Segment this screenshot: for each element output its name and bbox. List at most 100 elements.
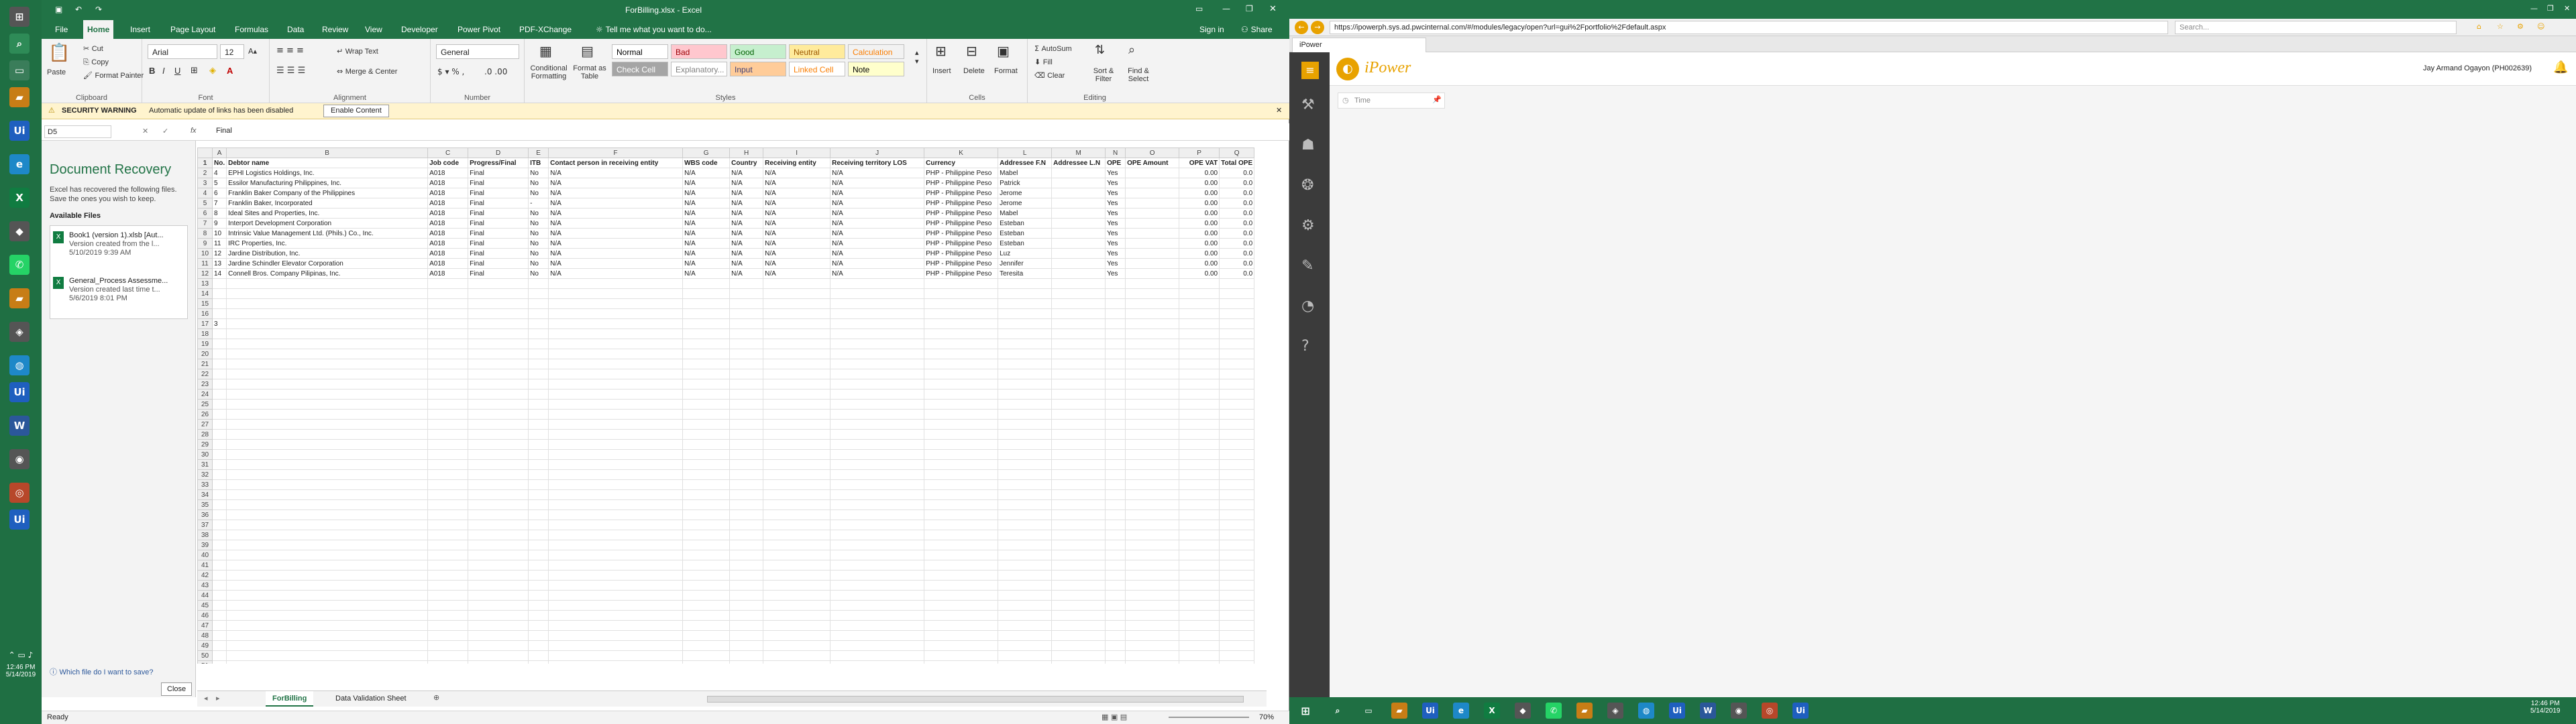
cell[interactable] <box>1179 530 1220 540</box>
app-icon[interactable]: ◆ <box>1515 703 1531 719</box>
cell[interactable] <box>427 369 469 379</box>
cell[interactable] <box>1051 650 1106 661</box>
cell[interactable] <box>1051 228 1106 239</box>
column-header[interactable]: L <box>998 147 1053 158</box>
cell[interactable] <box>211 459 227 470</box>
whatsapp-icon[interactable]: ✆ <box>1546 703 1562 719</box>
cell[interactable]: PHP - Philippine Peso <box>924 198 999 208</box>
cell[interactable] <box>998 318 1053 329</box>
row-header[interactable]: 33 <box>197 479 213 490</box>
cell[interactable] <box>1179 389 1220 400</box>
cell[interactable] <box>1125 278 1180 289</box>
cell[interactable] <box>1179 409 1220 420</box>
cell[interactable] <box>998 429 1053 440</box>
cell[interactable] <box>1179 610 1220 621</box>
column-header[interactable]: J <box>830 147 925 158</box>
cell[interactable] <box>924 479 999 490</box>
cell[interactable] <box>1219 278 1255 289</box>
cell[interactable] <box>763 580 831 591</box>
row-header[interactable]: 13 <box>197 278 213 289</box>
cell[interactable] <box>729 308 764 319</box>
cell[interactable] <box>998 389 1053 400</box>
cell[interactable] <box>1125 640 1180 651</box>
cell[interactable] <box>998 308 1053 319</box>
cell[interactable] <box>211 489 227 500</box>
cell[interactable] <box>1219 479 1255 490</box>
cell[interactable] <box>1051 590 1106 601</box>
cell[interactable]: Patrick <box>998 178 1053 188</box>
cell[interactable] <box>1051 278 1106 289</box>
cell[interactable]: N/A <box>548 178 684 188</box>
cell[interactable] <box>763 439 831 450</box>
cell[interactable] <box>1179 540 1220 550</box>
cell[interactable] <box>1051 268 1106 279</box>
cell[interactable]: N/A <box>548 198 684 208</box>
cell[interactable] <box>1219 560 1255 570</box>
cell[interactable] <box>763 328 831 339</box>
cell[interactable] <box>729 459 764 470</box>
cell[interactable] <box>682 570 731 581</box>
cell[interactable]: PHP - Philippine Peso <box>924 238 999 249</box>
cell[interactable] <box>1105 399 1126 410</box>
cell[interactable] <box>1219 570 1255 581</box>
cell[interactable] <box>1219 429 1255 440</box>
cell[interactable] <box>211 359 227 369</box>
cell[interactable] <box>1051 369 1106 379</box>
insert-function-icon[interactable]: fx <box>191 127 197 135</box>
row-header[interactable]: 7 <box>197 218 213 229</box>
cell[interactable] <box>729 409 764 420</box>
cell[interactable] <box>1219 630 1255 641</box>
cell[interactable] <box>998 520 1053 530</box>
cell[interactable] <box>763 620 831 631</box>
cell[interactable]: Job code <box>427 158 469 168</box>
cell[interactable] <box>1125 660 1180 664</box>
cell[interactable]: PHP - Philippine Peso <box>924 208 999 219</box>
cell[interactable] <box>548 620 684 631</box>
forward-icon[interactable]: → <box>1311 21 1324 34</box>
cell[interactable]: 0.0 <box>1219 238 1255 249</box>
cell[interactable] <box>528 389 549 400</box>
cell[interactable] <box>427 459 469 470</box>
enable-content-button[interactable]: Enable Content <box>323 105 389 117</box>
cell[interactable] <box>1051 550 1106 560</box>
cell[interactable]: No <box>528 228 549 239</box>
cell[interactable] <box>1105 409 1126 420</box>
cell[interactable] <box>1125 328 1180 339</box>
cell[interactable] <box>1219 640 1255 651</box>
row-header[interactable]: 23 <box>197 379 213 389</box>
tray-icons[interactable]: ⌃ ▭ ♪ <box>0 650 42 660</box>
cell[interactable]: N/A <box>729 228 764 239</box>
cell[interactable] <box>924 439 999 450</box>
column-header[interactable]: B <box>226 147 429 158</box>
cell[interactable] <box>1125 248 1180 259</box>
save-icon[interactable]: ▣ <box>55 5 62 14</box>
cell[interactable] <box>211 540 227 550</box>
notification-bell-icon[interactable]: 🔔 <box>2553 60 2568 74</box>
cell[interactable] <box>226 580 429 591</box>
cell[interactable] <box>1219 339 1255 349</box>
cell[interactable]: Receiving territory LOS <box>830 158 925 168</box>
cell[interactable] <box>763 389 831 400</box>
cell[interactable] <box>830 560 925 570</box>
tab-insert[interactable]: Insert <box>126 20 154 39</box>
cell[interactable] <box>528 530 549 540</box>
cell[interactable]: 13 <box>211 258 227 269</box>
row-header[interactable]: 45 <box>197 600 213 611</box>
cell[interactable] <box>924 660 999 664</box>
cell[interactable] <box>763 650 831 661</box>
worksheet-table[interactable]: A B C D E F G H I J K L M N O P Q 1 No. Debtor name Job code… <box>197 147 1255 664</box>
cell[interactable] <box>528 550 549 560</box>
cell[interactable] <box>1179 379 1220 389</box>
cell[interactable] <box>548 590 684 601</box>
cell[interactable]: No <box>528 168 549 178</box>
cell[interactable] <box>468 288 529 299</box>
cell[interactable]: N/A <box>763 178 831 188</box>
cell[interactable]: Addressee L.N <box>1051 158 1106 168</box>
cell[interactable] <box>1219 419 1255 430</box>
cell[interactable]: N/A <box>729 198 764 208</box>
cell[interactable]: IRC Properties, Inc. <box>226 238 429 249</box>
tab-review[interactable]: Review <box>318 20 352 39</box>
cell[interactable] <box>998 339 1053 349</box>
cell[interactable] <box>763 550 831 560</box>
cell[interactable] <box>226 610 429 621</box>
